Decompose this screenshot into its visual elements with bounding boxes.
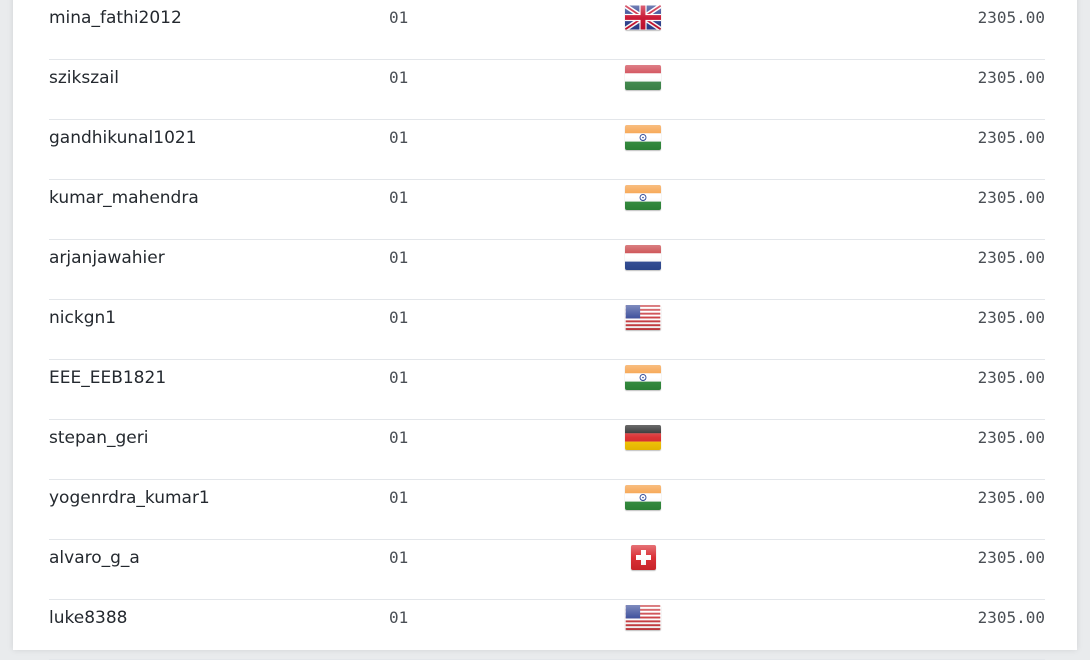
username[interactable]: stepan_geri [49, 420, 148, 479]
username[interactable]: EEE_EEB1821 [49, 360, 166, 419]
table-row: EEE_EEB1821 01 2305.00 [49, 360, 1045, 420]
amount: 2305.00 [977, 248, 1045, 267]
table-row: luke8388 01 2305.00 [49, 600, 1045, 660]
rank: 01 [389, 68, 409, 87]
amount: 2305.00 [977, 68, 1045, 87]
table-row: alvaro_g_a 01 2305.00 [49, 540, 1045, 600]
amount: 2305.00 [977, 188, 1045, 207]
username[interactable]: szikszail [49, 60, 119, 119]
table-row: kumar_mahendra 01 2305.00 [49, 180, 1045, 240]
rank: 01 [389, 608, 409, 627]
rank: 01 [389, 308, 409, 327]
table-row: nickgn1 01 2305.00 [49, 300, 1045, 360]
rank: 01 [389, 488, 409, 507]
in-flag-icon [625, 365, 661, 390]
rank: 01 [389, 8, 409, 27]
username[interactable]: alvaro_g_a [49, 540, 140, 599]
us-flag-icon [625, 305, 661, 330]
amount: 2305.00 [977, 488, 1045, 507]
table-row: szikszail 01 2305.00 [49, 60, 1045, 120]
rank: 01 [389, 188, 409, 207]
in-flag-icon [625, 185, 661, 210]
table-row: mina_fathi2012 01 2305.00 [49, 0, 1045, 60]
leaderboard-card: mina_fathi2012 01 2305.00 szikszail 01 2… [13, 0, 1077, 660]
hu-flag-icon [625, 65, 661, 90]
table-row: arjanjawahier 01 2305.00 [49, 240, 1045, 300]
username[interactable]: kumar_mahendra [49, 180, 199, 239]
table-row: gandhikunal1021 01 2305.00 [49, 120, 1045, 180]
rank: 01 [389, 548, 409, 567]
username[interactable]: luke8388 [49, 600, 127, 659]
amount: 2305.00 [977, 308, 1045, 327]
rank: 01 [389, 368, 409, 387]
us-flag-icon [625, 605, 661, 630]
table-row: yogenrdra_kumar1 01 2305.00 [49, 480, 1045, 540]
username[interactable]: arjanjawahier [49, 240, 165, 299]
amount: 2305.00 [977, 8, 1045, 27]
username[interactable]: nickgn1 [49, 300, 116, 359]
ch-flag-icon [625, 545, 661, 570]
amount: 2305.00 [977, 548, 1045, 567]
table-row: stepan_geri 01 2305.00 [49, 420, 1045, 480]
gb-flag-icon [625, 5, 661, 30]
amount: 2305.00 [977, 608, 1045, 627]
username[interactable]: mina_fathi2012 [49, 0, 182, 59]
in-flag-icon [625, 485, 661, 510]
nl-flag-icon [625, 245, 661, 270]
in-flag-icon [625, 125, 661, 150]
de-flag-icon [625, 425, 661, 450]
rank: 01 [389, 428, 409, 447]
amount: 2305.00 [977, 128, 1045, 147]
amount: 2305.00 [977, 428, 1045, 447]
username[interactable]: gandhikunal1021 [49, 120, 197, 179]
username[interactable]: yogenrdra_kumar1 [49, 480, 210, 539]
rank: 01 [389, 248, 409, 267]
rank: 01 [389, 128, 409, 147]
leaderboard-table: mina_fathi2012 01 2305.00 szikszail 01 2… [49, 0, 1045, 660]
amount: 2305.00 [977, 368, 1045, 387]
